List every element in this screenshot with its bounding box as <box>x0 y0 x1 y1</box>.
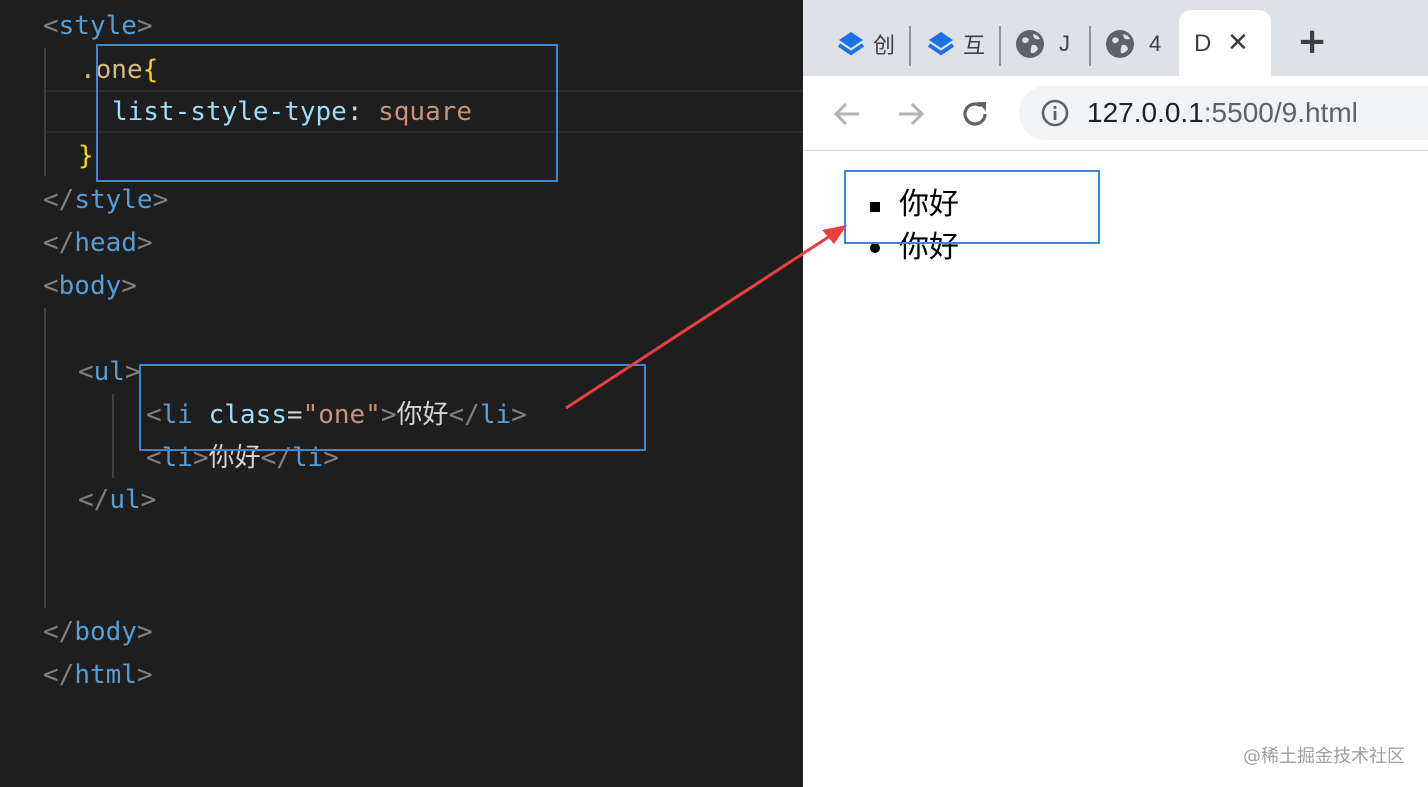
bracket: </ <box>78 485 110 515</box>
bracket: > <box>136 228 153 258</box>
bracket: > <box>136 11 153 41</box>
bracket: < <box>43 11 59 41</box>
bracket: </ <box>43 228 75 258</box>
li-class-highlight-box <box>139 364 646 451</box>
tab-separator <box>909 26 911 66</box>
bracket: > <box>121 271 137 301</box>
tab-title: J <box>1059 31 1070 56</box>
bracket: </ <box>43 660 75 690</box>
bracket: </ <box>43 617 75 647</box>
info-icon[interactable] <box>1041 99 1069 127</box>
tag-name: head <box>74 228 137 258</box>
reload-icon <box>963 102 987 126</box>
url-text: 127.0.0.1:5500/9.html <box>1087 95 1358 131</box>
code-line-head-close[interactable]: </head> <box>43 222 153 265</box>
indent-guide <box>44 308 46 608</box>
code-line-body-open[interactable]: <body> <box>43 265 137 308</box>
css-rule-highlight-box <box>96 44 558 182</box>
tag-name: html <box>74 660 137 690</box>
brace: } <box>78 141 94 171</box>
code-line-html-close[interactable]: </html> <box>43 654 153 697</box>
bracket: > <box>136 617 153 647</box>
bracket: < <box>43 271 59 301</box>
layers-icon <box>835 28 867 60</box>
code-line-body-close[interactable]: </body> <box>43 611 153 654</box>
tag-name: ul <box>93 357 125 387</box>
indent-guide <box>44 48 46 176</box>
arrow-left-icon <box>833 102 859 126</box>
code-line-style-open[interactable]: <style> <box>43 5 153 48</box>
code-line-brace-close[interactable]: } <box>78 135 94 178</box>
bracket: > <box>152 185 169 215</box>
back-button[interactable] <box>829 96 865 132</box>
bracket: > <box>136 660 153 690</box>
layers-icon <box>925 28 957 60</box>
tag-name: body <box>58 271 122 301</box>
reload-button[interactable] <box>957 96 993 132</box>
bracket: > <box>140 485 157 515</box>
tab-separator <box>999 26 1001 66</box>
tag-name: ul <box>109 485 141 515</box>
url-path: :5500/9.html <box>1203 97 1358 128</box>
tab-separator <box>1089 26 1091 66</box>
tab-active[interactable] <box>1179 10 1271 76</box>
indent-guide <box>112 394 114 478</box>
globe-icon <box>1105 29 1135 59</box>
code-line-ul-close[interactable]: </ul> <box>78 479 156 522</box>
tag-name: style <box>58 11 137 41</box>
disc-bullet <box>870 243 880 253</box>
active-tab-title: D <box>1194 30 1212 57</box>
browser-window: 创 互 J 4 D ✕ + 127.0.0.1:5500/9.html 你好 你… <box>803 0 1428 787</box>
tag-name: style <box>74 185 153 215</box>
watermark: @稀土掘金技术社区 <box>1243 746 1405 767</box>
selector-dot: . <box>80 55 96 85</box>
tab-4[interactable]: 4 <box>1105 24 1161 64</box>
tag-name: body <box>74 617 137 647</box>
tab-title: 创 <box>873 33 896 58</box>
url-host: 127.0.0.1 <box>1087 97 1204 128</box>
tab-3[interactable]: J <box>1015 24 1070 64</box>
new-tab-button[interactable]: + <box>1297 22 1327 62</box>
close-icon[interactable]: ✕ <box>1227 27 1249 59</box>
arrow-right-icon <box>899 102 925 126</box>
tab-2[interactable]: 互 <box>925 24 985 64</box>
bracket: </ <box>43 185 75 215</box>
code-line-style-close[interactable]: </style> <box>43 179 168 222</box>
tab-title: 4 <box>1149 31 1162 56</box>
globe-icon <box>1015 29 1045 59</box>
tab-title: 互 <box>963 33 986 58</box>
rendered-item-highlight-box <box>844 170 1100 244</box>
bracket: < <box>78 357 94 387</box>
tab-1[interactable]: 创 <box>835 24 895 64</box>
code-editor[interactable]: <style> .one{ list-style-type: square } … <box>0 0 803 787</box>
code-line-ul-open[interactable]: <ul> <box>78 351 141 394</box>
forward-button[interactable] <box>893 96 929 132</box>
